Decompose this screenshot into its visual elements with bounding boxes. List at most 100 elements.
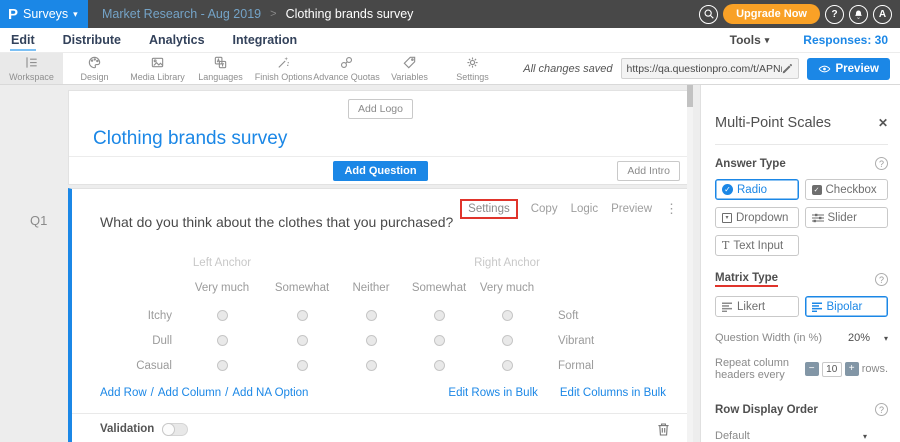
add-logo-button[interactable]: Add Logo [348,99,413,119]
question-settings-link[interactable]: Settings [460,199,518,219]
edit-rows-in-bulk-link[interactable]: Edit Rows in Bulk [448,387,537,399]
answer-type-options: ✓ Radio ✓ Checkbox ▾ Dropdown Slider T [715,179,888,256]
row-label-right: Vibrant [540,335,650,347]
upgrade-now-button[interactable]: Upgrade Now [723,4,820,24]
help-icon[interactable]: ? [875,273,888,286]
radio-option[interactable] [297,335,308,346]
tab-integration[interactable]: Integration [232,30,299,51]
tab-edit[interactable]: Edit [10,30,36,51]
search-button[interactable] [699,5,718,24]
tab-distribute[interactable]: Distribute [62,30,122,51]
toolbar-item-settings[interactable]: Settings [441,53,504,84]
account-button[interactable]: A [873,5,892,24]
link-separator: / [225,387,228,399]
design-palette-icon [87,55,102,70]
row-display-order-select[interactable]: Default ▾ [715,430,867,442]
vertical-scrollbar[interactable] [687,85,693,442]
radio-option[interactable] [366,310,377,321]
toolbar-item-finish-options[interactable]: Finish Options [252,53,315,84]
breadcrumb-folder[interactable]: Market Research - Aug 2019 [102,7,261,21]
notifications-button[interactable] [849,5,868,24]
radio-option[interactable] [434,335,445,346]
question-preview-link[interactable]: Preview [611,203,652,215]
answer-type-radio[interactable]: ✓ Radio [715,179,799,200]
eye-icon [818,64,831,74]
add-row-link[interactable]: Add Row [100,387,147,399]
question-number: Q1 [30,213,47,228]
question-actions: Settings Copy Logic Preview ⋮ [460,199,678,219]
radio-option[interactable] [502,360,513,371]
option-label: Likert [737,301,765,313]
toolbar-item-design[interactable]: Design [63,53,126,84]
radio-option[interactable] [502,310,513,321]
chevron-down-icon[interactable]: ▾ [884,334,888,343]
radio-selected-icon: ✓ [722,184,733,195]
repeat-rows-input[interactable] [822,362,842,377]
toolbar-item-label: Settings [456,72,489,82]
survey-url-field[interactable] [621,58,799,79]
answer-type-slider[interactable]: Slider [805,207,889,228]
question-logic-link[interactable]: Logic [571,203,599,215]
question-copy-link[interactable]: Copy [531,203,558,215]
preview-button[interactable]: Preview [807,58,890,80]
toolbar-item-label: Languages [198,72,243,82]
column-header: Somewhat [404,282,474,294]
answer-type-text-input[interactable]: T Text Input [715,235,799,256]
radio-option[interactable] [434,310,445,321]
survey-title[interactable]: Clothing brands survey [93,128,692,150]
question-width-value[interactable]: 20% [848,332,870,344]
question-text[interactable]: What do you think about the clothes that… [100,214,453,230]
increment-button[interactable]: + [845,362,859,376]
survey-url-input[interactable] [627,63,782,75]
toolbar-item-workspace[interactable]: Workspace [0,53,63,84]
radio-option[interactable] [366,335,377,346]
workspace-icon [24,55,39,70]
responses-link[interactable]: Responses: 30 [803,33,888,47]
row-label-right: Soft [540,310,650,322]
add-na-option-link[interactable]: Add NA Option [232,387,308,399]
topbar-actions: Upgrade Now ? A [699,4,892,24]
help-icon[interactable]: ? [875,403,888,416]
add-column-link[interactable]: Add Column [158,387,221,399]
matrix-links-row: Add Row / Add Column / Add NA Option Edi… [100,387,666,399]
toolbar-item-media-library[interactable]: Media Library [126,53,189,84]
validation-toggle[interactable] [162,423,188,436]
radio-option[interactable] [217,310,228,321]
more-options-icon[interactable]: ⋮ [665,201,678,217]
edit-columns-in-bulk-link[interactable]: Edit Columns in Bulk [560,387,666,399]
add-intro-button[interactable]: Add Intro [617,161,680,181]
edit-url-icon[interactable] [782,63,793,74]
radio-option[interactable] [366,360,377,371]
radio-option[interactable] [217,335,228,346]
image-icon [150,55,165,70]
surveys-menu-label: Surveys [23,7,68,21]
surveys-menu[interactable]: P Surveys ▾ [0,0,88,28]
tools-menu[interactable]: Tools ▾ [730,33,770,47]
row-label-left: Dull [100,335,178,347]
option-label: Radio [737,184,767,196]
radio-option[interactable] [297,310,308,321]
radio-option[interactable] [297,360,308,371]
toolbar-item-variables[interactable]: Variables [378,53,441,84]
help-icon[interactable]: ? [875,157,888,170]
decrement-button[interactable]: − [805,362,819,376]
radio-option[interactable] [502,335,513,346]
help-button[interactable]: ? [825,5,844,24]
toolbar-item-languages[interactable]: Languages [189,53,252,84]
radio-option[interactable] [217,360,228,371]
topbar: P Surveys ▾ Market Research - Aug 2019 >… [0,0,900,28]
delete-question-icon[interactable] [657,422,670,436]
close-icon[interactable]: ✕ [878,116,888,130]
answer-type-dropdown[interactable]: ▾ Dropdown [715,207,799,228]
tab-analytics[interactable]: Analytics [148,30,206,51]
magic-wand-icon [276,55,291,70]
matrix-type-bipolar[interactable]: Bipolar [805,296,889,317]
toolbar-item-advance-quotas[interactable]: Advance Quotas [315,53,378,84]
add-question-button[interactable]: Add Question [333,161,427,181]
answer-type-checkbox[interactable]: ✓ Checkbox [805,179,889,200]
radio-option[interactable] [434,360,445,371]
rows-suffix-label: rows. [862,363,888,375]
scrollbar-thumb[interactable] [687,85,693,107]
matrix-type-likert[interactable]: Likert [715,296,799,317]
breadcrumb-current: Clothing brands survey [286,7,414,21]
